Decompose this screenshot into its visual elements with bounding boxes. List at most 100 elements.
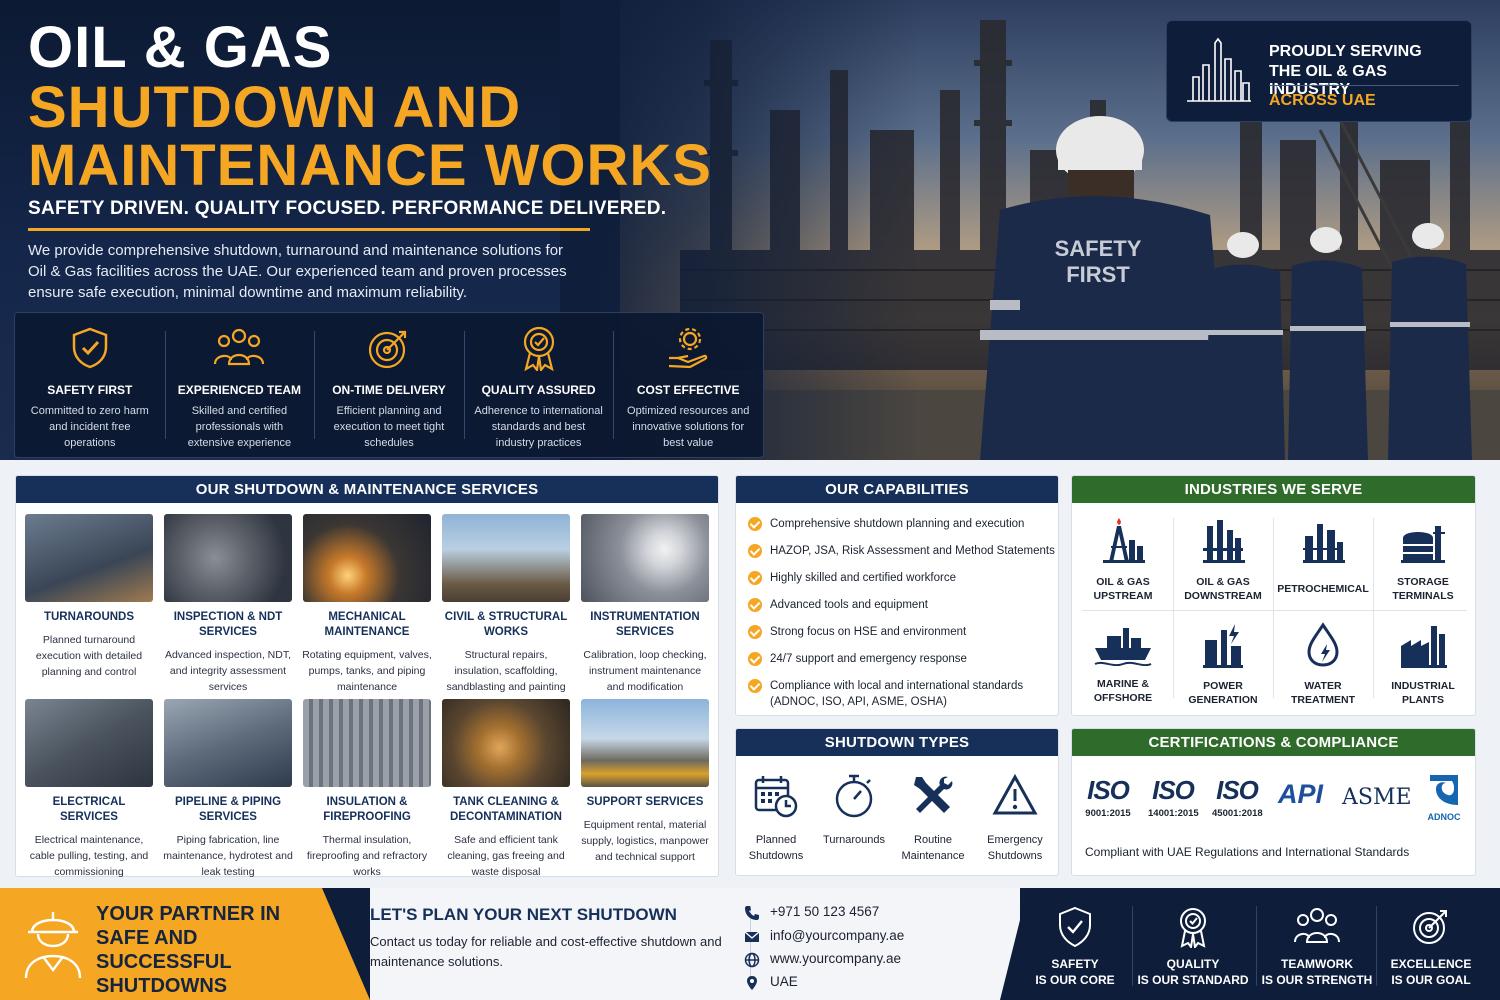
api-logo: API	[1278, 779, 1324, 809]
industry-power: POWER GENERATION	[1173, 622, 1273, 707]
certifications-heading: CERTIFICATIONS & COMPLIANCE	[1072, 729, 1475, 756]
feature-title: SAFETY FIRST	[47, 383, 133, 397]
value-quality: QUALITY IS OUR STANDARD	[1134, 888, 1252, 1000]
service-title: TURNAROUNDS	[43, 611, 135, 623]
iso-14001-badge: ISO 14001:2015	[1148, 775, 1199, 819]
adnoc-logo: ADNOC	[1424, 773, 1464, 822]
instrumentation-photo	[581, 514, 709, 602]
shutdown-type-planned: Planned Shutdowns	[736, 773, 816, 864]
service-title: CIVIL & STRUCTURAL WORKS	[444, 611, 568, 638]
downstream-icon	[1203, 520, 1245, 563]
hero-description: We provide comprehensive shutdown, turna…	[28, 242, 567, 301]
service-title: TANK CLEANING & DECONTAMINATION	[449, 796, 562, 823]
service-card-insulation: INSULATION & FIREPROOFING Thermal insula…	[302, 699, 432, 880]
mechanical-photo	[303, 514, 431, 602]
hero-title-line3: MAINTENANCE WORKS	[28, 133, 712, 198]
petrochemical-icon	[1303, 524, 1345, 563]
hero-title-line2: SHUTDOWN AND	[28, 75, 522, 140]
shutdown-type-label: Turnarounds	[823, 834, 885, 846]
warning-icon	[992, 773, 1038, 815]
cta-heading: LET'S PLAN YOUR NEXT SHUTDOWN	[370, 905, 677, 924]
industry-plants: INDUSTRIAL PLANTS	[1373, 622, 1473, 707]
industry-label: POWER GENERATION	[1188, 680, 1258, 706]
target-icon	[368, 330, 407, 369]
shutdown-type-turnarounds: Turnarounds	[814, 773, 894, 848]
feature-desc: Optimized resources and innovative solut…	[627, 405, 750, 449]
service-title: ELECTRICAL SERVICES	[52, 796, 126, 823]
upstream-icon	[1103, 518, 1145, 563]
civil-photo	[442, 514, 570, 602]
feature-on-time-delivery: ON-TIME DELIVERY Efficient planning and …	[314, 313, 464, 457]
support-photo	[581, 699, 709, 787]
industry-marine: MARINE & OFFSHORE	[1073, 622, 1173, 705]
check-circle-icon	[748, 652, 762, 666]
service-card-pipeline: PIPELINE & PIPING SERVICES Piping fabric…	[163, 699, 293, 880]
value-teamwork: TEAMWORK IS OUR STRENGTH	[1258, 888, 1376, 1000]
iso-logo: ISO	[1087, 775, 1130, 805]
contact-website[interactable]: www.yourcompany.ae	[744, 951, 901, 968]
service-desc: Piping fabrication, line maintenance, hy…	[163, 834, 293, 878]
contact-email[interactable]: info@yourcompany.ae	[744, 928, 904, 943]
service-card-electrical: ELECTRICAL SERVICES Electrical maintenan…	[24, 699, 154, 880]
shield-check-icon	[1059, 906, 1091, 948]
capability-item: Strong focus on HSE and environment	[748, 624, 1058, 640]
insulation-photo	[303, 699, 431, 787]
factory-icon	[1401, 626, 1447, 668]
value-excellence: EXCELLENCE IS OUR GOAL	[1372, 888, 1490, 1000]
service-title: PIPELINE & PIPING SERVICES	[174, 796, 282, 823]
values-strip: SAFETY IS OUR CORE QUALITY IS OUR STANDARD…	[1000, 888, 1500, 1000]
stopwatch-icon	[835, 774, 873, 818]
services-heading: OUR SHUTDOWN & MAINTENANCE SERVICES	[16, 476, 718, 503]
award-icon	[1180, 908, 1206, 948]
service-title: INSTRUMENTATION SERVICES	[590, 611, 700, 638]
contact-section: LET'S PLAN YOUR NEXT SHUTDOWN Contact us…	[370, 888, 1020, 1000]
electrical-photo	[25, 699, 153, 787]
service-card-mechanical: MECHANICAL MAINTENANCE Rotating equipmen…	[302, 514, 432, 695]
services-panel: OUR SHUTDOWN & MAINTENANCE SERVICES TURN…	[15, 475, 719, 880]
asme-logo: ASME	[1342, 785, 1412, 810]
turnarounds-photo	[25, 514, 153, 602]
industry-storage: STORAGE TERMINALS	[1373, 516, 1473, 603]
shutdown-types-panel: SHUTDOWN TYPES Planned Shutdowns Turnaro…	[735, 728, 1059, 876]
calendar-clock-icon	[754, 776, 798, 818]
phone-icon	[745, 906, 759, 920]
ship-icon	[1094, 628, 1152, 667]
contact-phone[interactable]: +971 50 123 4567	[745, 904, 879, 920]
check-circle-icon	[748, 544, 762, 558]
feature-title: ON-TIME DELIVERY	[332, 383, 446, 397]
capability-item: HAZOP, JSA, Risk Assessment and Method S…	[748, 543, 1058, 559]
service-title: MECHANICAL MAINTENANCE	[324, 611, 410, 638]
key-features-bar: SAFETY FIRST Committed to zero harm and …	[14, 312, 764, 458]
vest-text-safety: SAFETY	[1055, 236, 1142, 261]
globe-icon	[744, 952, 760, 968]
industry-label: PETROCHEMICAL	[1277, 583, 1369, 595]
iso-9001-badge: ISO 9001:2015	[1084, 775, 1132, 819]
hero-title-line1: OIL & GAS	[28, 15, 333, 80]
serving-badge: PROUDLY SERVING THE OIL & GAS INDUSTRY A…	[1166, 20, 1472, 122]
service-desc: Structural repairs, insulation, scaffold…	[446, 649, 566, 693]
value-safety: SAFETY IS OUR CORE	[1016, 888, 1134, 1000]
tank-cleaning-photo	[442, 699, 570, 787]
capability-item: 24/7 support and emergency response	[748, 651, 1058, 667]
feature-desc: Efficient planning and execution to meet…	[333, 405, 445, 449]
service-title: INSPECTION & NDT SERVICES	[173, 611, 283, 638]
industries-panel: INDUSTRIES WE SERVE OIL & GAS UPSTREAM O…	[1071, 475, 1476, 716]
shutdown-type-label: Planned Shutdowns	[748, 834, 804, 862]
service-card-turnarounds: TURNAROUNDS Planned turnaround execution…	[24, 514, 154, 680]
feature-title: COST EFFECTIVE	[636, 383, 740, 397]
iso-code: 9001:2015	[1085, 808, 1131, 819]
storage-tank-icon	[1401, 526, 1445, 563]
feature-quality-assured: QUALITY ASSURED Adherence to internation…	[463, 313, 614, 457]
shield-check-icon	[72, 327, 108, 369]
service-card-civil: CIVIL & STRUCTURAL WORKS Structural repa…	[441, 514, 571, 695]
iso-code: 14001:2015	[1148, 808, 1199, 819]
tools-icon	[914, 776, 953, 813]
contact-location: UAE	[747, 974, 798, 990]
feature-desc: Adherence to international standards and…	[474, 405, 603, 449]
service-desc: Thermal insulation, fireproofing and ref…	[306, 834, 428, 878]
location-pin-icon	[747, 976, 757, 990]
certifications-panel: CERTIFICATIONS & COMPLIANCE ISO 9001:201…	[1071, 728, 1476, 876]
team-icon	[1294, 908, 1340, 943]
hand-gear-icon	[669, 327, 708, 369]
check-circle-icon	[748, 571, 762, 585]
